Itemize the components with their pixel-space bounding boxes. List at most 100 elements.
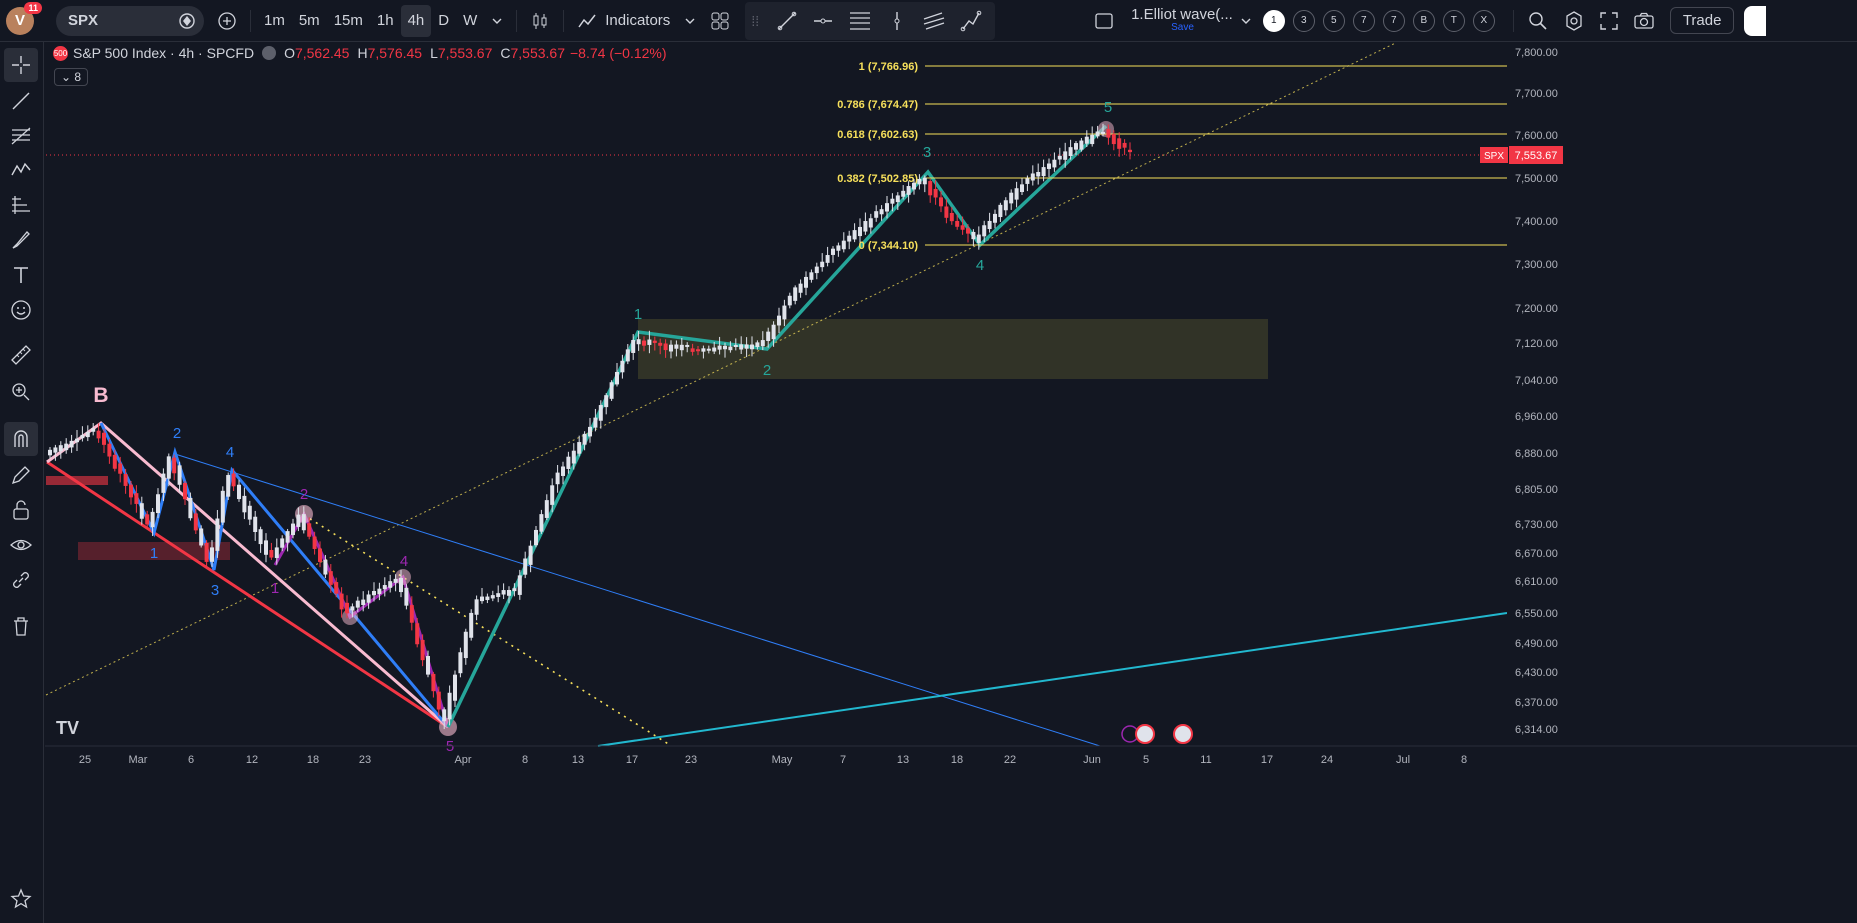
candle-body (690, 348, 695, 352)
brush-tool-icon[interactable] (4, 223, 38, 257)
candle-body (879, 209, 884, 215)
path-tool-icon[interactable] (953, 5, 989, 37)
timeframe-d[interactable]: D (431, 5, 456, 37)
candle-body (517, 575, 522, 595)
layout-tab-x[interactable]: X (1472, 9, 1495, 32)
legend-circle-icon[interactable] (262, 46, 277, 60)
green-wave-4: 4 (976, 257, 984, 274)
candle-body (971, 231, 976, 240)
blue-falling-trendline (174, 453, 1101, 747)
series-title[interactable]: S&P 500 Index · 4h · SPCFD (73, 45, 254, 61)
layout-tab-t[interactable]: T (1442, 9, 1465, 32)
candle-body (296, 514, 301, 527)
candle-body (166, 456, 171, 479)
layout-tab-3[interactable]: 3 (1292, 9, 1315, 32)
vertical-line-icon[interactable] (879, 5, 915, 37)
trade-button[interactable]: Trade (1669, 7, 1735, 34)
layout-save-label[interactable]: Save (1171, 23, 1194, 34)
layout-tab-b[interactable]: B (1412, 9, 1435, 32)
trend-line-icon[interactable] (769, 5, 805, 37)
settings-gear-icon[interactable] (1556, 5, 1592, 37)
candle-body (809, 272, 814, 280)
magnet-icon[interactable] (4, 422, 38, 456)
publish-button[interactable] (1744, 5, 1767, 36)
layout-tab-7b[interactable]: 7 (1382, 9, 1405, 32)
trend-line-tool-icon[interactable] (4, 84, 38, 118)
templates-grid-icon[interactable] (703, 5, 737, 37)
price-chart[interactable]: 1 (7,766.96) 0.786 (7,674.47) 0.618 (7,6… (45, 43, 1857, 923)
symbol-diamond-icon[interactable] (178, 12, 196, 30)
green-wave-2: 2 (763, 362, 771, 379)
timeframe-15m[interactable]: 15m (327, 5, 370, 37)
compare-add-icon[interactable] (210, 5, 244, 37)
draw-lock-pencil-icon[interactable] (4, 458, 38, 492)
candle-body (960, 225, 965, 230)
zoom-in-icon[interactable] (4, 375, 38, 409)
horizontal-ray-icon[interactable] (805, 5, 841, 37)
candle-body (1003, 200, 1008, 211)
timeframe-4h[interactable]: 4h (400, 4, 432, 37)
candle-body (496, 593, 501, 597)
layout-tab-7[interactable]: 7 (1352, 9, 1375, 32)
fib-tool-icon[interactable] (4, 119, 38, 153)
candle-body (701, 348, 706, 352)
drag-handle-icon[interactable]: ⁞⁞ (751, 13, 759, 29)
candle-body (922, 177, 927, 185)
quick-search-icon[interactable] (1520, 5, 1556, 37)
indicators-icon (578, 14, 596, 27)
layout-tab-1[interactable]: 1 (1262, 9, 1285, 32)
last-price-value: 7,553.67 (1515, 150, 1558, 162)
timeframe-w[interactable]: W (456, 5, 484, 37)
candle-body (485, 596, 490, 601)
candle-body (966, 228, 970, 234)
ruler-icon[interactable] (4, 338, 38, 372)
cyan-trendline (597, 612, 1508, 747)
link-icon[interactable] (4, 563, 38, 597)
price-tick-label: 7,120.00 (1515, 338, 1558, 350)
text-tool-icon[interactable] (4, 258, 38, 292)
fullscreen-icon[interactable] (1592, 5, 1626, 37)
price-tick-label: 7,800.00 (1515, 47, 1558, 59)
green-impulse-line (446, 124, 1108, 728)
camera-icon[interactable] (1626, 5, 1662, 37)
candle-body (436, 691, 441, 710)
chevron-down-icon[interactable] (484, 5, 510, 37)
timeframe-1h[interactable]: 1h (370, 5, 401, 37)
time-tick-label: 13 (897, 754, 909, 766)
candle-body (674, 344, 679, 349)
candle-body (949, 212, 954, 222)
green-wave-1: 1 (634, 306, 642, 323)
candle-body (382, 585, 387, 590)
layout-square-icon[interactable] (1087, 5, 1121, 37)
timeframe-1m[interactable]: 1m (257, 5, 292, 37)
indicators-collapse-button[interactable]: ⌄ 8 (54, 68, 89, 86)
candle-body (831, 248, 835, 255)
layout-tab-5[interactable]: 5 (1322, 9, 1345, 32)
emoji-tool-icon[interactable] (4, 293, 38, 327)
time-tick-label: 22 (1004, 754, 1016, 766)
indicators-button[interactable]: Indicators (570, 5, 677, 37)
forecast-tool-icon[interactable] (4, 188, 38, 222)
trash-icon[interactable] (4, 609, 38, 643)
candles-icon[interactable] (523, 5, 557, 37)
crosshair-icon[interactable] (4, 48, 38, 82)
timeframe-5m[interactable]: 5m (292, 5, 327, 37)
fib-retracement-icon[interactable] (841, 5, 879, 37)
chevron-down-icon[interactable] (1233, 5, 1259, 37)
candle-body (409, 605, 414, 623)
chevron-down-icon[interactable] (677, 5, 703, 37)
parallel-channel-icon[interactable] (915, 5, 953, 37)
eye-icon[interactable] (4, 528, 38, 562)
lock-icon[interactable] (4, 493, 38, 527)
candle-body (129, 484, 133, 498)
candle-body (53, 447, 58, 453)
user-avatar[interactable]: V 11 (6, 1, 42, 35)
layout-name-button[interactable]: 1.Elliot wave(... Save (1131, 7, 1233, 33)
us-flag-event-icon[interactable] (1173, 724, 1193, 744)
star-watchlist-icon[interactable] (4, 882, 38, 916)
pattern-tool-icon[interactable] (4, 153, 38, 187)
candle-body (177, 465, 182, 485)
symbol-search[interactable]: SPX (56, 5, 204, 36)
candle-body (102, 432, 106, 445)
us-flag-event-icon[interactable] (1135, 724, 1155, 744)
